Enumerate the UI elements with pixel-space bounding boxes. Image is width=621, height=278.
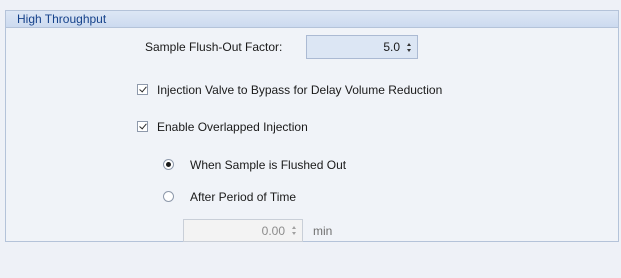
flushed-out-radio[interactable]	[163, 159, 174, 170]
group-header-title: High Throughput	[6, 11, 618, 28]
spin-down-icon[interactable]	[291, 232, 296, 235]
spinner-arrows-icon[interactable]	[289, 220, 298, 241]
period-unit-label: min	[313, 224, 333, 238]
period-value[interactable]: 0.00	[184, 224, 289, 238]
period-of-time-label[interactable]: After Period of Time	[190, 190, 296, 204]
period-of-time-radio[interactable]	[163, 191, 174, 202]
bypass-checkbox[interactable]	[137, 84, 148, 95]
overlapped-injection-checkbox[interactable]	[137, 121, 148, 132]
flush-out-factor-spinner[interactable]: 5.0	[306, 35, 418, 59]
spinner-arrows-icon[interactable]	[404, 36, 413, 58]
flush-out-factor-label: Sample Flush-Out Factor:	[145, 40, 283, 54]
spin-up-icon[interactable]	[291, 226, 296, 229]
flushed-out-label[interactable]: When Sample is Flushed Out	[190, 158, 346, 172]
bypass-label[interactable]: Injection Valve to Bypass for Delay Volu…	[157, 83, 442, 97]
flush-out-factor-value[interactable]: 5.0	[307, 40, 404, 54]
spin-down-icon[interactable]	[406, 48, 411, 52]
overlapped-injection-label[interactable]: Enable Overlapped Injection	[157, 120, 308, 134]
spin-up-icon[interactable]	[406, 42, 411, 46]
period-spinner[interactable]: 0.00	[183, 219, 303, 242]
